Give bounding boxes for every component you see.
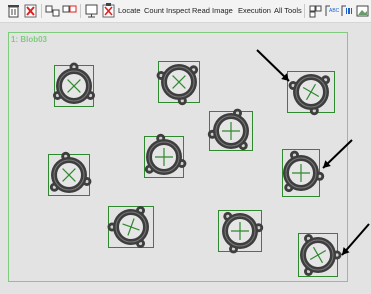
menu-read[interactable]: Read	[192, 6, 210, 15]
trash-icon[interactable]	[6, 3, 21, 19]
group-icon[interactable]	[45, 3, 60, 19]
toolbar: Locate Count Inspect Read Image Executio…	[0, 0, 371, 23]
clear-icon[interactable]	[101, 3, 116, 19]
detection-box[interactable]	[209, 111, 253, 151]
ungroup-icon[interactable]	[62, 3, 77, 19]
barcode-icon[interactable]	[340, 3, 355, 19]
layout-icon[interactable]	[84, 3, 99, 19]
detection-box[interactable]	[298, 233, 338, 277]
detection-box[interactable]	[54, 65, 94, 107]
detection-box[interactable]	[144, 136, 184, 178]
menu-execution[interactable]: Execution	[238, 6, 271, 15]
menu-all-tools[interactable]: All Tools	[274, 6, 302, 15]
abc-text-icon[interactable]: ABC	[324, 3, 339, 19]
detection-box[interactable]	[158, 61, 200, 103]
detection-box[interactable]	[282, 149, 320, 197]
detection-box[interactable]	[287, 71, 335, 113]
menu-image[interactable]: Image	[212, 6, 233, 15]
delete-all-icon[interactable]	[23, 3, 38, 19]
detection-box[interactable]	[108, 206, 154, 248]
menu-inspect[interactable]: Inspect	[166, 6, 190, 15]
toolbar-separator	[304, 4, 305, 18]
toolbar-separator	[41, 4, 42, 18]
svg-text:ABC: ABC	[329, 8, 339, 14]
image-viewport[interactable]: 1: Blob03	[0, 23, 371, 294]
grid-icon[interactable]	[308, 3, 323, 19]
image-icon[interactable]	[355, 3, 370, 19]
menu-locate[interactable]: Locate	[118, 6, 141, 15]
detection-box[interactable]	[218, 210, 262, 252]
detection-box[interactable]	[48, 154, 90, 196]
toolbar-separator	[80, 4, 81, 18]
roi-label: 1: Blob03	[11, 35, 48, 44]
menu-count[interactable]: Count	[144, 6, 164, 15]
